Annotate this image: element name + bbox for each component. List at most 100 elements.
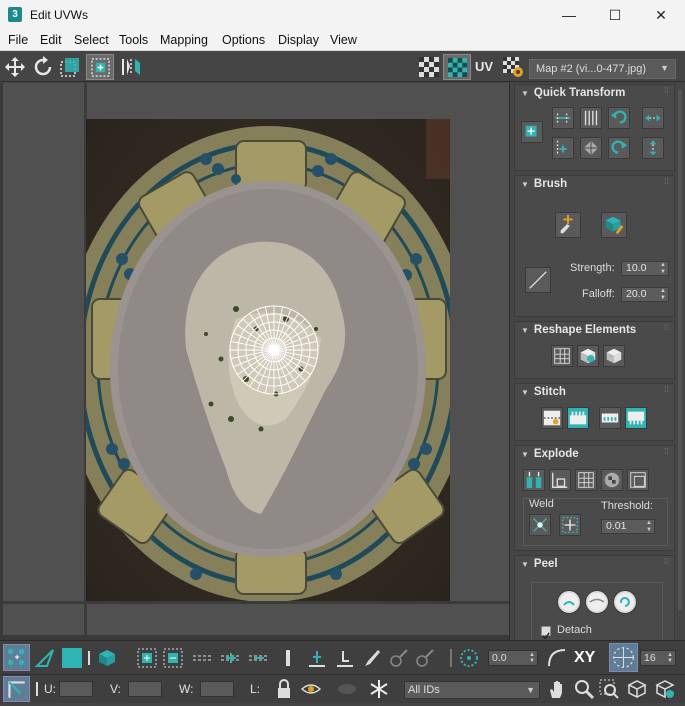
ring-shrink-icon[interactable] [248,647,270,669]
minimize-button[interactable]: — [546,0,592,30]
maximize-button[interactable]: ☐ [592,0,638,30]
freeze-icon[interactable] [368,678,390,700]
menu-options[interactable]: Options [222,33,265,47]
align-to-edge-button[interactable] [552,137,574,159]
loop-selection-icon[interactable] [192,647,214,669]
spinner-arrows-icon[interactable]: ▲ ▼ [646,520,652,534]
relax-button[interactable] [577,345,599,367]
flatten-checker-button[interactable] [601,469,623,491]
flatten-by-uv-button[interactable] [627,469,649,491]
visibility-icon[interactable] [300,678,322,700]
w-coordinate-field[interactable] [200,681,234,697]
falloff-space-toggle[interactable]: XY [574,649,595,667]
drag-handle-icon[interactable]: ⁞⁞ [664,448,670,456]
mirror-icon[interactable] [120,56,142,78]
menu-file[interactable]: File [8,33,28,47]
pan-hand-icon[interactable] [546,678,568,700]
threshold-spinner[interactable]: 0.01 ▲ ▼ [601,519,655,534]
paint-move-button[interactable] [555,212,581,238]
menu-select[interactable]: Select [74,33,109,47]
align-vertical-button[interactable] [580,107,602,129]
weld-selected-button[interactable] [529,514,551,536]
material-id-dropdown[interactable]: All IDs ▼ [404,681,540,699]
peel-reset-button[interactable] [613,590,637,614]
grid-size-spinner[interactable]: 16 ▲ ▼ [640,650,676,666]
uv-editor-viewport[interactable] [0,83,509,640]
paint-grow-icon[interactable] [388,647,410,669]
drag-handle-icon[interactable]: ⁞⁞ [664,87,670,95]
shrink-selection-icon[interactable] [162,647,184,669]
quick-peel-button[interactable] [557,590,581,614]
rotate-icon[interactable] [32,56,54,78]
relax-brush-button[interactable] [601,212,627,238]
spacing-vertical-button[interactable] [642,137,664,159]
lock-icon[interactable] [273,678,295,700]
detach-checkbox[interactable] [541,626,551,640]
panel-scrollbar[interactable] [678,90,682,610]
transform-mode-button[interactable] [3,676,30,702]
falloff-spinner[interactable]: 20.0 ▲ ▼ [621,287,669,302]
straighten-button[interactable] [551,345,573,367]
spinner-arrows-icon[interactable]: ▲ ▼ [529,652,535,664]
map-dropdown[interactable]: Map #2 (vi...0-477.jpg) ▼ [529,59,676,79]
spacing-horizontal-button[interactable] [642,107,664,129]
rollout-header[interactable]: ▼ Reshape Elements [515,322,674,339]
rollout-header[interactable]: ▼ Stitch [515,384,674,401]
u-coordinate-field[interactable] [59,681,93,697]
paint-shrink-icon[interactable] [414,647,436,669]
break-by-polygroups-button[interactable] [523,469,545,491]
pack-button[interactable] [603,345,625,367]
drag-handle-icon[interactable]: ⁞⁞ [664,324,670,332]
snap-toggle-button[interactable] [609,643,638,672]
map-settings-icon[interactable] [502,56,524,78]
stitch-custom-button[interactable] [541,407,563,429]
select-edge-icon[interactable] [34,647,56,669]
menu-edit[interactable]: Edit [40,33,62,47]
uv-spherical-mesh[interactable] [228,304,320,396]
rollout-header[interactable]: ▼ Peel [515,556,674,573]
hide-icon[interactable] [336,678,358,700]
drag-handle-icon[interactable]: ⁞⁞ [664,178,670,186]
align-center-button[interactable] [521,121,543,143]
stitch-to-source-button[interactable] [567,407,589,429]
soft-selection-icon[interactable] [458,647,480,669]
stitch-average-button[interactable] [599,407,621,429]
rollout-header[interactable]: ▼ Explode [515,446,674,463]
select-vertex-button[interactable] [3,644,30,671]
zoom-selected-icon[interactable] [654,678,676,700]
uv-toggle[interactable]: UV [475,59,493,74]
edge-distortion-icon[interactable] [334,647,356,669]
v-coordinate-field[interactable] [128,681,162,697]
menu-mapping[interactable]: Mapping [160,33,208,47]
rotate-ccw-button[interactable] [608,107,630,129]
menu-tools[interactable]: Tools [119,33,148,47]
move-icon[interactable] [4,56,26,78]
freeform-mode-button[interactable] [86,54,114,80]
menu-display[interactable]: Display [278,33,319,47]
linear-align-button[interactable] [580,137,602,159]
peel-mode-button[interactable] [585,590,609,614]
paint-select-icon[interactable] [360,647,382,669]
spinner-arrows-icon[interactable]: ▲ ▼ [660,288,666,302]
grow-selection-icon[interactable] [136,647,158,669]
rotate-cw-button[interactable] [608,137,630,159]
falloff-distance-spinner[interactable]: 0.0 ▲ ▼ [488,650,538,666]
show-map-button[interactable] [443,54,471,80]
falloff-curve-icon[interactable] [546,647,568,669]
menu-view[interactable]: View [330,33,357,47]
select-element-icon[interactable] [96,647,118,669]
select-face-button[interactable] [62,648,82,668]
weld-target-button[interactable] [559,514,581,536]
zoom-icon[interactable] [573,678,595,700]
strength-spinner[interactable]: 10.0 ▲ ▼ [621,261,669,276]
ring-grow-icon[interactable] [220,647,242,669]
checker-pattern-icon[interactable] [418,56,440,78]
align-horizontal-button[interactable] [552,107,574,129]
brush-falloff-button[interactable] [525,267,551,293]
stitch-to-target-button[interactable] [625,407,647,429]
drag-handle-icon[interactable]: ⁞⁞ [664,386,670,394]
drag-handle-icon[interactable]: ⁞⁞ [664,558,670,566]
scale-icon[interactable] [59,56,81,78]
zoom-extents-icon[interactable] [626,678,648,700]
rollout-header[interactable]: ▼ Brush [515,176,674,193]
